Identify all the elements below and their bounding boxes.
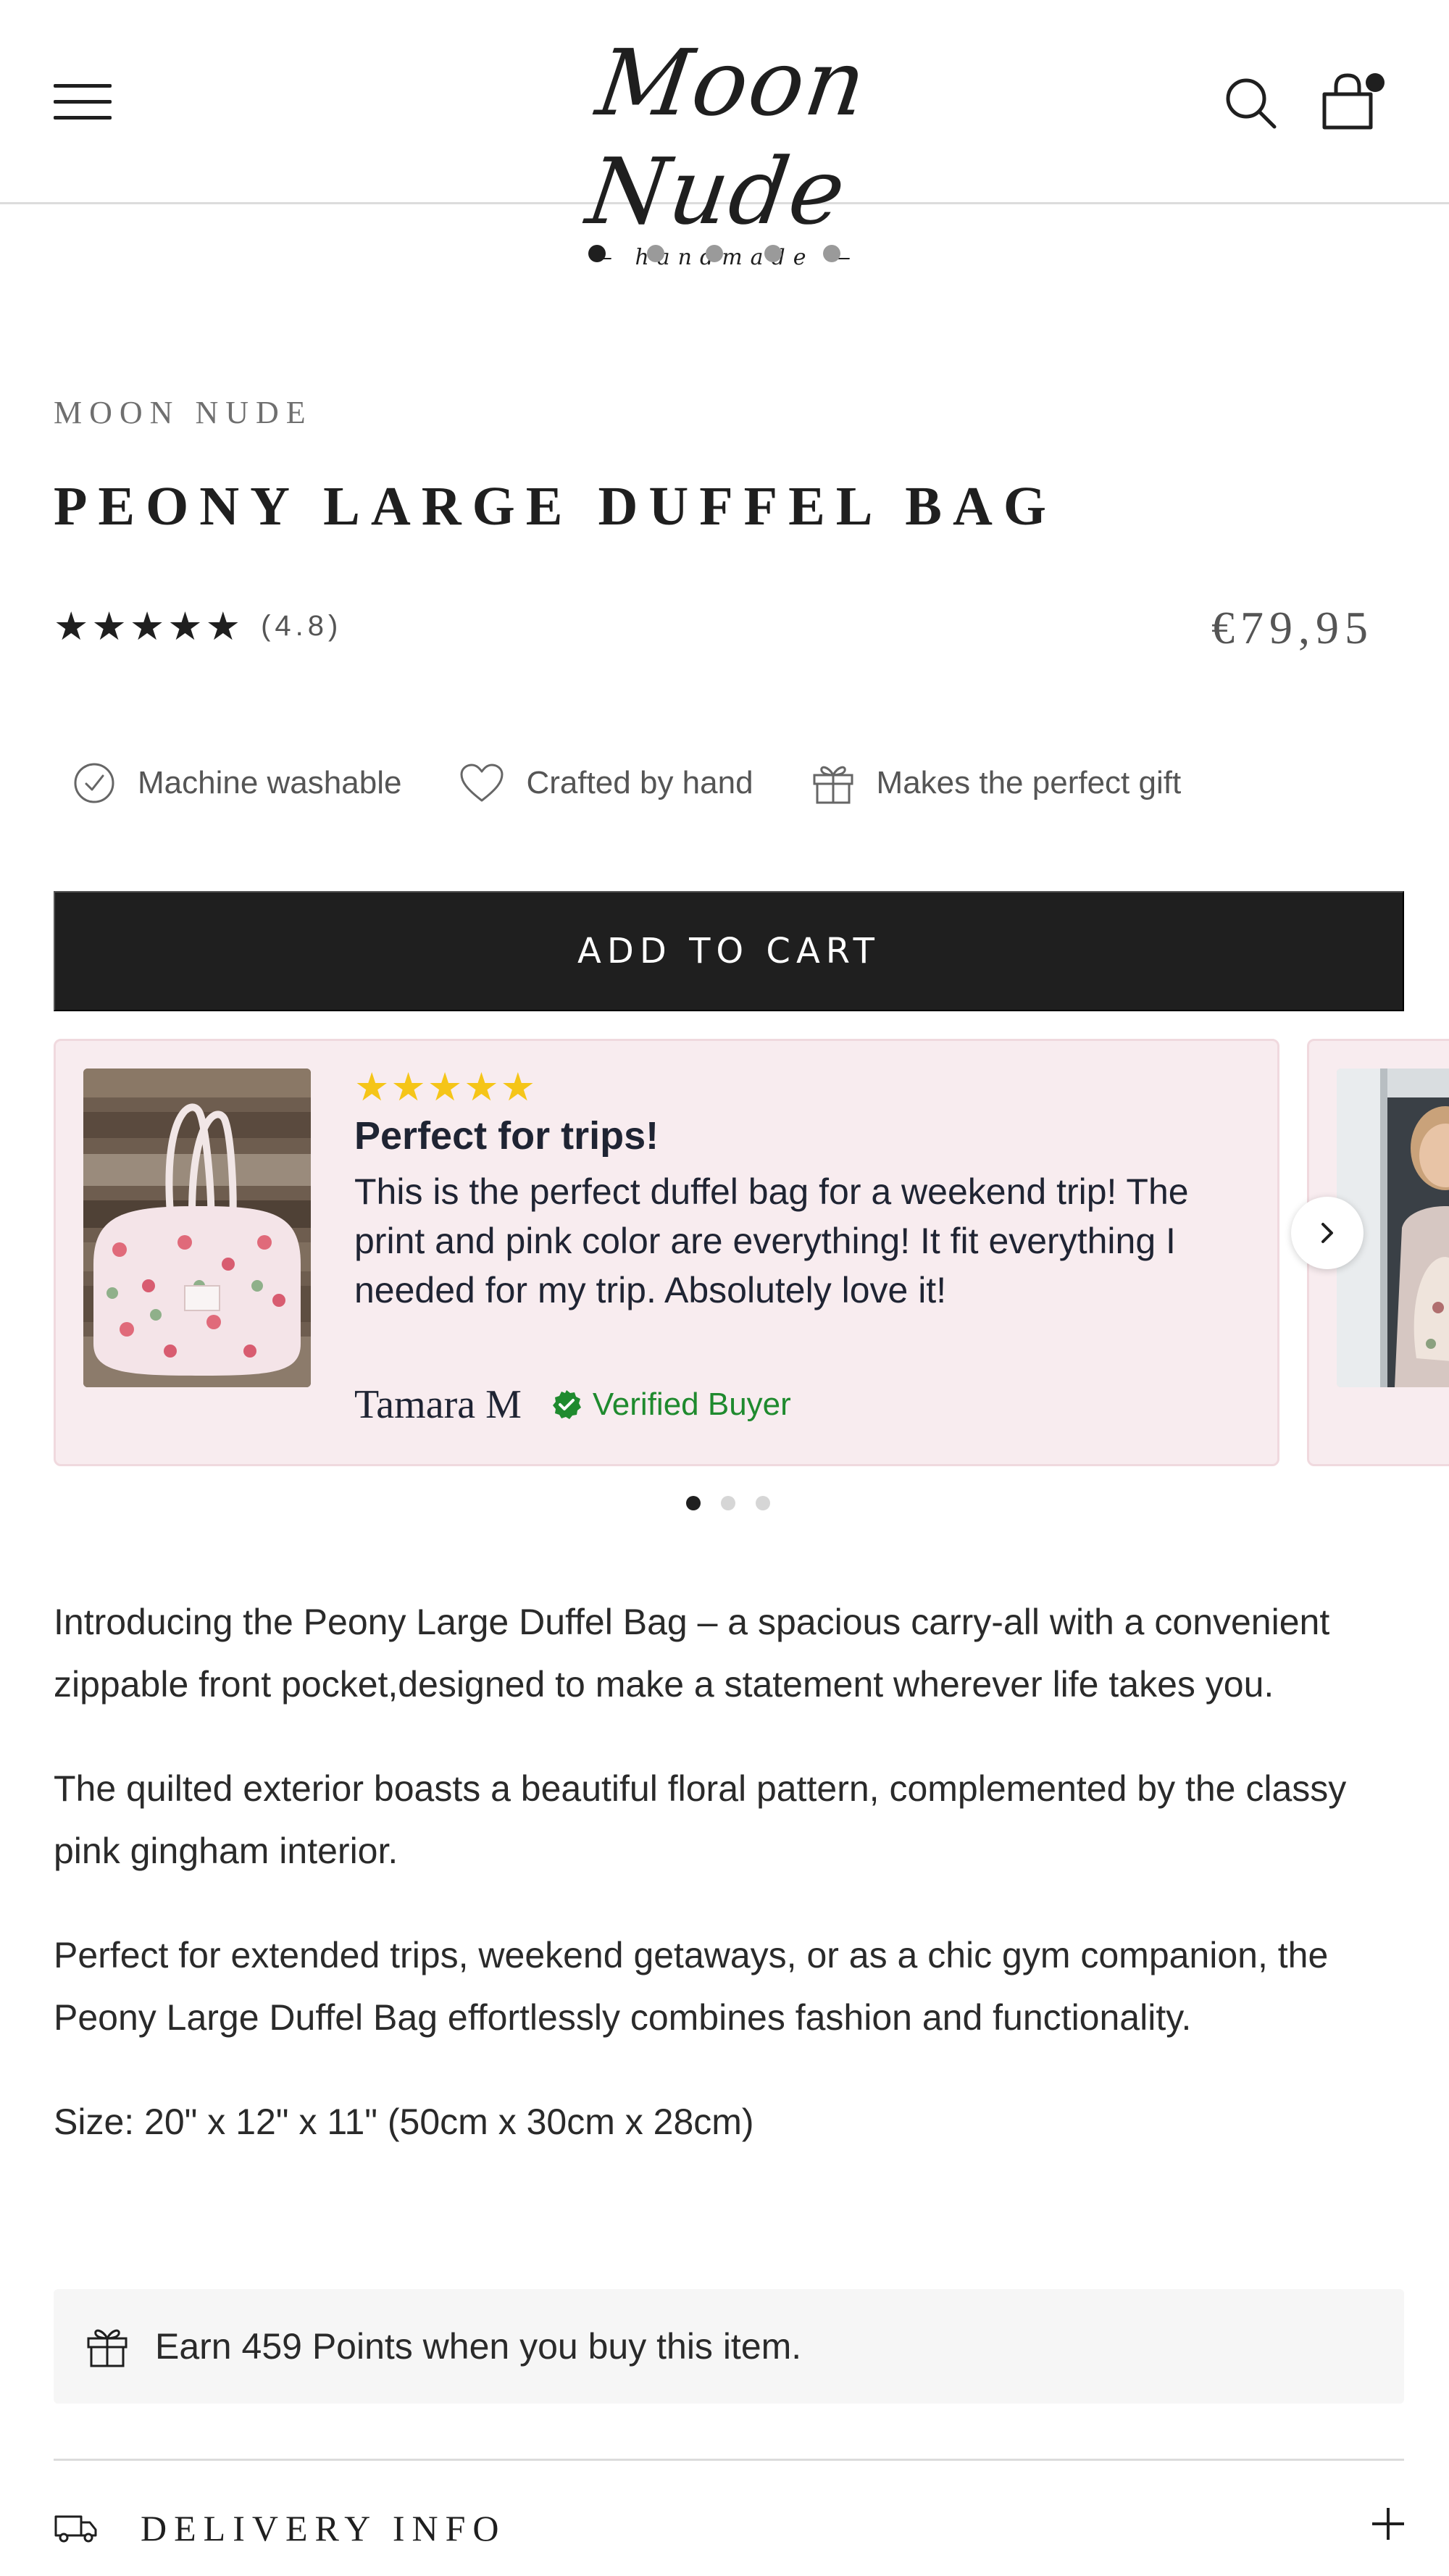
feature-label: Crafted by hand — [526, 765, 753, 800]
product-features: Machine washable Crafted by hand Makes t… — [72, 743, 1239, 823]
review-dot[interactable] — [686, 1496, 701, 1510]
gallery-dot[interactable] — [706, 245, 723, 262]
review-photo[interactable] — [83, 1069, 311, 1387]
verified-check-icon — [552, 1390, 581, 1419]
chevron-right-icon — [1321, 1223, 1333, 1243]
add-to-cart-button[interactable]: ADD TO CART — [54, 891, 1404, 1011]
gift-icon — [813, 766, 853, 804]
product-vendor[interactable]: MOON NUDE — [54, 394, 313, 431]
delivery-truck-icon — [54, 2515, 97, 2543]
feature-crafted-by-hand: Crafted by hand — [459, 763, 753, 803]
feature-machine-washable: Machine washable — [72, 761, 401, 805]
review-card[interactable]: ★★★★★ Perfect for trips! This is the per… — [54, 1039, 1279, 1466]
gallery-dot[interactable] — [588, 245, 606, 262]
heart-icon — [460, 764, 504, 802]
delivery-info-label: DELIVERY INFO — [141, 2508, 506, 2548]
review-dot[interactable] — [721, 1496, 735, 1510]
hamburger-menu-icon[interactable] — [54, 80, 112, 123]
gallery-dot[interactable] — [823, 245, 840, 262]
reviews-pagination — [0, 1492, 1449, 1514]
description-paragraph: Perfect for extended trips, weekend geta… — [54, 1935, 1329, 2038]
cart-indicator-dot — [1366, 73, 1385, 92]
image-gallery-pagination — [0, 239, 1449, 268]
review-dot[interactable] — [756, 1496, 770, 1510]
logo-wordmark: Moon Nude — [580, 30, 874, 245]
rating-value: (4.8) — [261, 609, 343, 642]
reviewer-name: Tamara M — [354, 1382, 522, 1427]
review-title: Perfect for trips! — [354, 1114, 659, 1158]
gift-icon — [87, 2329, 128, 2367]
gallery-dot[interactable] — [764, 245, 782, 262]
review-text: This is the perfect duffel bag for a wee… — [354, 1171, 1189, 1310]
gallery-dot[interactable] — [647, 245, 664, 262]
delivery-info-accordion[interactable]: DELIVERY INFO — [54, 2492, 1404, 2564]
search-icon[interactable] — [1223, 75, 1278, 130]
loyalty-points-banner: Earn 459 Points when you buy this item. — [54, 2289, 1404, 2404]
feature-label: Makes the perfect gift — [876, 765, 1182, 800]
verified-label: Verified Buyer — [592, 1387, 791, 1422]
product-title: PEONY LARGE DUFFEL BAG — [54, 476, 1057, 537]
plus-icon[interactable] — [1372, 2508, 1404, 2540]
cart-icon[interactable] — [1317, 70, 1387, 133]
reviews-next-button[interactable] — [1291, 1197, 1364, 1269]
site-header: Moon Nude — handmade — — [0, 0, 1449, 270]
reviews-carousel: ★★★★★ Perfect for trips! This is the per… — [54, 1039, 1449, 1466]
product-rating[interactable]: ★★★★★ (4.8) — [54, 603, 343, 649]
brand-logo[interactable]: Moon Nude — handmade — — [507, 29, 942, 270]
description-paragraph: The quilted exterior boasts a beautiful … — [54, 1768, 1347, 1871]
review-body: ★★★★★ Perfect for trips! This is the per… — [354, 1066, 1253, 1315]
feature-label: Machine washable — [138, 765, 402, 800]
product-price: €79,95 — [1211, 602, 1374, 653]
reviewer-info: Tamara M Verified Buyer — [354, 1381, 791, 1428]
product-size: Size: 20" x 12" x 11" (50cm x 30cm x 28c… — [54, 2102, 754, 2142]
rating-stars: ★★★★★ — [54, 603, 244, 649]
section-divider — [54, 2459, 1404, 2461]
verified-buyer-badge: Verified Buyer — [551, 1387, 791, 1423]
product-description: Introducing the Peony Large Duffel Bag –… — [54, 1591, 1404, 2195]
feature-perfect-gift: Makes the perfect gift — [811, 761, 1182, 806]
check-circle-icon — [74, 763, 114, 803]
review-stars: ★★★★★ — [354, 1064, 538, 1110]
points-text: Earn 459 Points when you buy this item. — [155, 2326, 802, 2367]
description-paragraph: Introducing the Peony Large Duffel Bag –… — [54, 1602, 1330, 1705]
